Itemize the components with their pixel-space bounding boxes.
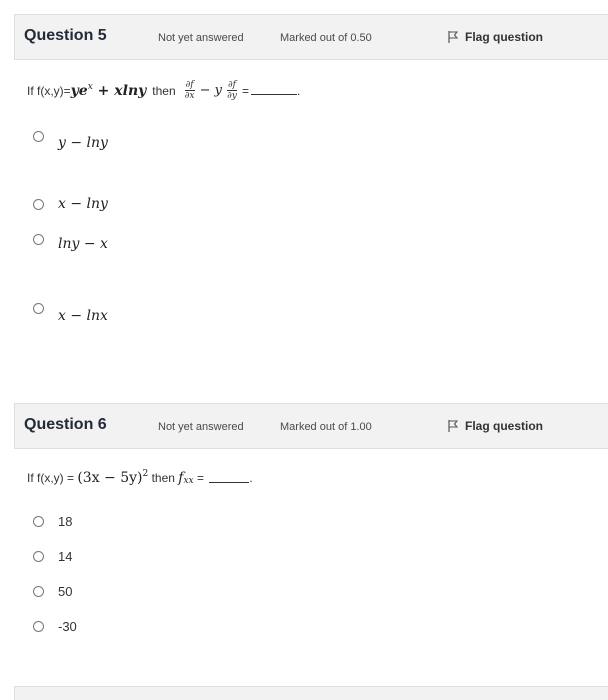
q5-expr-sup: x	[87, 81, 93, 92]
q5-option-4-label: x − lnx	[58, 308, 108, 324]
q6-option-1-radio[interactable]	[33, 516, 44, 527]
flag-icon	[447, 30, 459, 44]
question-6-header: Question 6 Not yet answered Marked out o…	[14, 403, 608, 449]
q5-expr-main: ye	[70, 82, 88, 99]
q6-f-sub: xx	[183, 476, 194, 486]
question-5-text: If f(x,y)= ye x + xlny then ∂f ∂x − y ∂f …	[27, 80, 300, 101]
q6-option-4-label: -30	[58, 619, 77, 634]
q5-eq: =	[242, 83, 250, 98]
question-5-state: Not yet answered	[158, 32, 244, 44]
q5-minus-y: − y	[199, 83, 222, 98]
q6-option-2-label: 14	[58, 549, 73, 564]
question-5-flag-button[interactable]: Flag question	[447, 30, 543, 44]
question-6-flag-button[interactable]: Flag question	[447, 419, 543, 433]
q5-option-2-label: x − lny	[58, 196, 108, 212]
q6-option-1-label: 18	[58, 514, 73, 529]
question-5-mark: Marked out of 0.50	[280, 32, 372, 44]
q6-option-4-radio[interactable]	[33, 621, 44, 632]
question-6-flag-label: Flag question	[465, 419, 543, 433]
question-6-title: Question 6	[24, 416, 107, 433]
q5-option-3-radio[interactable]	[33, 234, 44, 245]
q6-expr: (3x − 5y)	[77, 470, 143, 486]
q5-frac2-num: ∂f	[227, 80, 237, 91]
q5-then: then	[152, 83, 176, 98]
q5-end: .	[297, 83, 301, 98]
q5-frac-dfdx: ∂f ∂x	[184, 80, 195, 101]
question-6-text: If f(x,y) = (3x − 5y) 2 then f xx = .	[27, 469, 253, 486]
q5-option-3-label: lny − x	[58, 236, 108, 252]
q6-end: .	[249, 471, 253, 485]
q5-option-2-radio[interactable]	[33, 199, 44, 210]
q5-frac-dfdy: ∂f ∂y	[227, 80, 237, 101]
q6-option-3-label: 50	[58, 584, 73, 599]
q6-expr-sup: 2	[142, 469, 149, 479]
question-5-header: Question 5 Not yet answered Marked out o…	[14, 14, 608, 60]
q5-prefix: If f(x,y)=	[27, 83, 71, 98]
q6-blank	[209, 474, 250, 483]
question-6-mark: Marked out of 1.00	[280, 421, 372, 433]
q5-frac1-num: ∂f	[184, 80, 195, 91]
q5-blank	[251, 86, 298, 95]
question-5-title: Question 5	[24, 27, 107, 44]
question-5-flag-label: Flag question	[465, 30, 543, 44]
q5-option-1-radio[interactable]	[33, 131, 44, 142]
q6-then: then	[148, 471, 179, 485]
q6-eq: =	[193, 471, 208, 485]
q6-option-2-radio[interactable]	[33, 551, 44, 562]
q6-option-3-radio[interactable]	[33, 586, 44, 597]
q5-expr-rest: + xlny	[92, 82, 147, 99]
q6-prefix: If f(x,y) =	[27, 471, 78, 485]
next-question-header-edge	[14, 686, 608, 700]
flag-icon	[447, 419, 459, 433]
question-6-state: Not yet answered	[158, 421, 244, 433]
q5-option-4-radio[interactable]	[33, 303, 44, 314]
q5-frac1-den: ∂x	[184, 91, 195, 101]
q5-frac2-den: ∂y	[227, 91, 237, 101]
q5-option-1-label: y − lny	[58, 135, 108, 151]
